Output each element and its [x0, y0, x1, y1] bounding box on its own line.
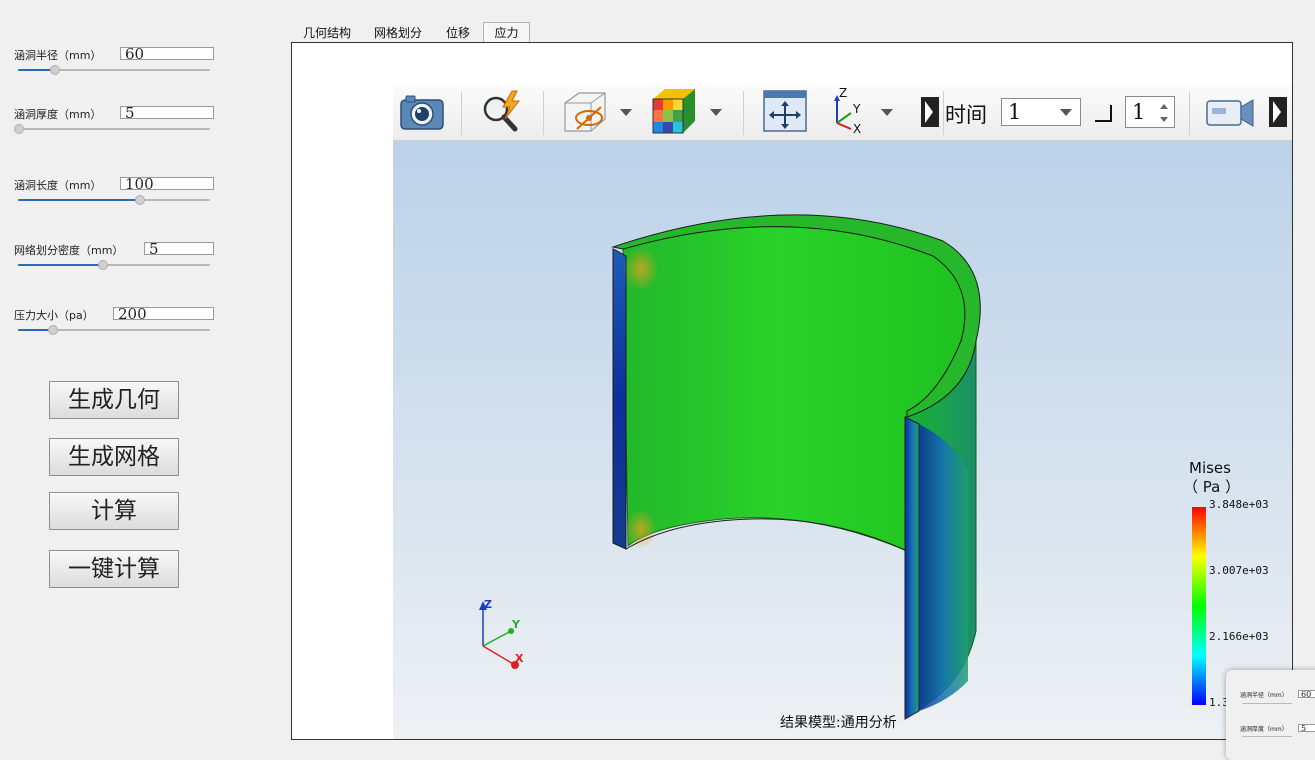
- tab-stress[interactable]: 应力: [483, 22, 530, 43]
- slider-handle[interactable]: [98, 260, 108, 270]
- pressure-input[interactable]: 200: [113, 307, 214, 320]
- axis-y-label: Y: [852, 102, 861, 116]
- toolbar-overflow-button-2[interactable]: [1267, 85, 1289, 141]
- chevron-down-icon: [1060, 109, 1072, 116]
- toolbar-overflow-button[interactable]: [919, 85, 941, 141]
- display-mode-icon: [564, 92, 606, 132]
- culvert-length-input[interactable]: 100: [120, 177, 214, 190]
- overflow-chevron-icon: [1269, 97, 1287, 127]
- compute-button[interactable]: 计算: [49, 492, 179, 530]
- time-select[interactable]: 1: [1001, 98, 1081, 126]
- step-spinbox[interactable]: 1: [1125, 96, 1175, 128]
- legend-color-bar: [1192, 507, 1206, 705]
- record-button[interactable]: [1203, 85, 1257, 141]
- pressure-label: 压力大小（pa）: [14, 309, 94, 322]
- toolbar-separator: [943, 91, 944, 135]
- contour-cube-icon: [652, 89, 695, 134]
- thumb-slider: [1242, 703, 1292, 704]
- culvert-radius-input[interactable]: 60: [120, 47, 214, 60]
- legend-tick-max: 3.848e+03: [1209, 498, 1269, 511]
- culvert-radius-label: 涵洞半径（mm）: [14, 49, 102, 62]
- triad-y-label: Y: [511, 618, 521, 631]
- slider-fill: [18, 199, 140, 201]
- slider-handle[interactable]: [48, 325, 58, 335]
- overflow-chevron-icon: [921, 97, 939, 127]
- toolbar-separator: [543, 91, 544, 135]
- toolbar-separator: [743, 91, 744, 135]
- param-pressure: 压力大小（pa） 200: [14, 307, 214, 347]
- param-culvert-radius: 涵洞半径（mm） 60: [14, 47, 214, 87]
- axes-orientation-icon: Z Y X: [834, 86, 861, 136]
- axis-triad: Z Y X: [479, 598, 524, 669]
- generate-geometry-button[interactable]: 生成几何: [49, 381, 179, 419]
- mesh-density-label: 网络划分密度（mm）: [14, 244, 124, 257]
- viewer-toolbar: Z Y X 时间 1 1: [393, 85, 1292, 141]
- step-spinbox-value: 1: [1132, 100, 1146, 124]
- legend-tick: 2.166e+03: [1209, 630, 1269, 643]
- axis-x-label: X: [853, 122, 861, 136]
- contour-dropdown[interactable]: [649, 85, 725, 141]
- toolbar-separator: [1189, 91, 1190, 135]
- window-thumbnail[interactable]: 涵洞半径（mm） 60 涵洞厚度（mm） 5: [1226, 670, 1315, 760]
- mesh-density-slider[interactable]: [18, 260, 210, 270]
- culvert-thickness-slider[interactable]: [14, 124, 210, 134]
- thumb-slider: [1242, 736, 1292, 737]
- thumb-label: 涵洞半径（mm）: [1240, 692, 1288, 699]
- param-mesh-density: 网络划分密度（mm） 5: [14, 242, 214, 282]
- time-label: 时间: [945, 103, 987, 127]
- result-model-caption: 结果模型:通用分析: [780, 715, 897, 731]
- time-select-value: 1: [1008, 100, 1022, 124]
- pressure-slider[interactable]: [18, 325, 210, 335]
- param-culvert-length: 涵洞长度（mm） 100: [14, 177, 214, 217]
- stress-contour-model: Z Y X: [479, 214, 1206, 720]
- step-icon: [1095, 105, 1112, 122]
- legend-unit: （ Pa ）: [1183, 478, 1241, 496]
- triad-z-label: Z: [484, 598, 492, 611]
- culvert-radius-slider[interactable]: [18, 65, 210, 75]
- legend-tick: 3.007e+03: [1209, 564, 1269, 577]
- culvert-thickness-label: 涵洞厚度（mm）: [14, 108, 102, 121]
- camera-icon: [400, 95, 444, 130]
- culvert-thickness-input[interactable]: 5: [120, 106, 214, 119]
- tab-displacement[interactable]: 位移: [434, 23, 482, 43]
- toolbar-separator: [461, 91, 462, 135]
- axis-z-label: Z: [839, 86, 847, 100]
- query-button[interactable]: [477, 85, 529, 141]
- legend-title: Mises: [1189, 459, 1231, 477]
- slider-handle[interactable]: [135, 195, 145, 205]
- triad-x-label: X: [515, 652, 524, 665]
- query-zoom-icon: [483, 90, 521, 132]
- slider-handle[interactable]: [14, 124, 24, 134]
- slider-handle[interactable]: [50, 65, 60, 75]
- chevron-down-icon: [881, 109, 893, 116]
- axes-orientation-dropdown[interactable]: Z Y X: [825, 85, 905, 141]
- fit-view-icon: [763, 90, 807, 132]
- generate-mesh-button[interactable]: 生成网格: [49, 438, 179, 476]
- 3d-viewport[interactable]: Z Y X Mises （ Pa ） 3.848e+03 3.007e+03 2…: [393, 141, 1292, 739]
- chevron-down-icon: [620, 109, 632, 116]
- spin-arrows-icon[interactable]: [1158, 101, 1170, 125]
- thumb-label: 涵洞厚度（mm）: [1240, 726, 1288, 733]
- camera-record-icon: [1206, 99, 1254, 127]
- thumb-value: 60: [1298, 690, 1315, 699]
- mesh-density-input[interactable]: 5: [144, 242, 214, 255]
- tab-geometry[interactable]: 几何结构: [292, 23, 362, 43]
- fit-view-button[interactable]: [761, 85, 809, 141]
- slider-fill: [18, 264, 103, 266]
- camera-button[interactable]: [397, 85, 447, 141]
- culvert-length-label: 涵洞长度（mm）: [14, 179, 102, 192]
- culvert-length-slider[interactable]: [18, 195, 210, 205]
- tab-mesh[interactable]: 网格划分: [364, 23, 432, 43]
- one-click-compute-button[interactable]: 一键计算: [49, 550, 179, 588]
- display-mode-dropdown[interactable]: [559, 85, 635, 141]
- param-culvert-thickness: 涵洞厚度（mm） 5: [14, 106, 214, 146]
- thumb-value: 5: [1298, 724, 1315, 733]
- chevron-down-icon: [710, 109, 722, 116]
